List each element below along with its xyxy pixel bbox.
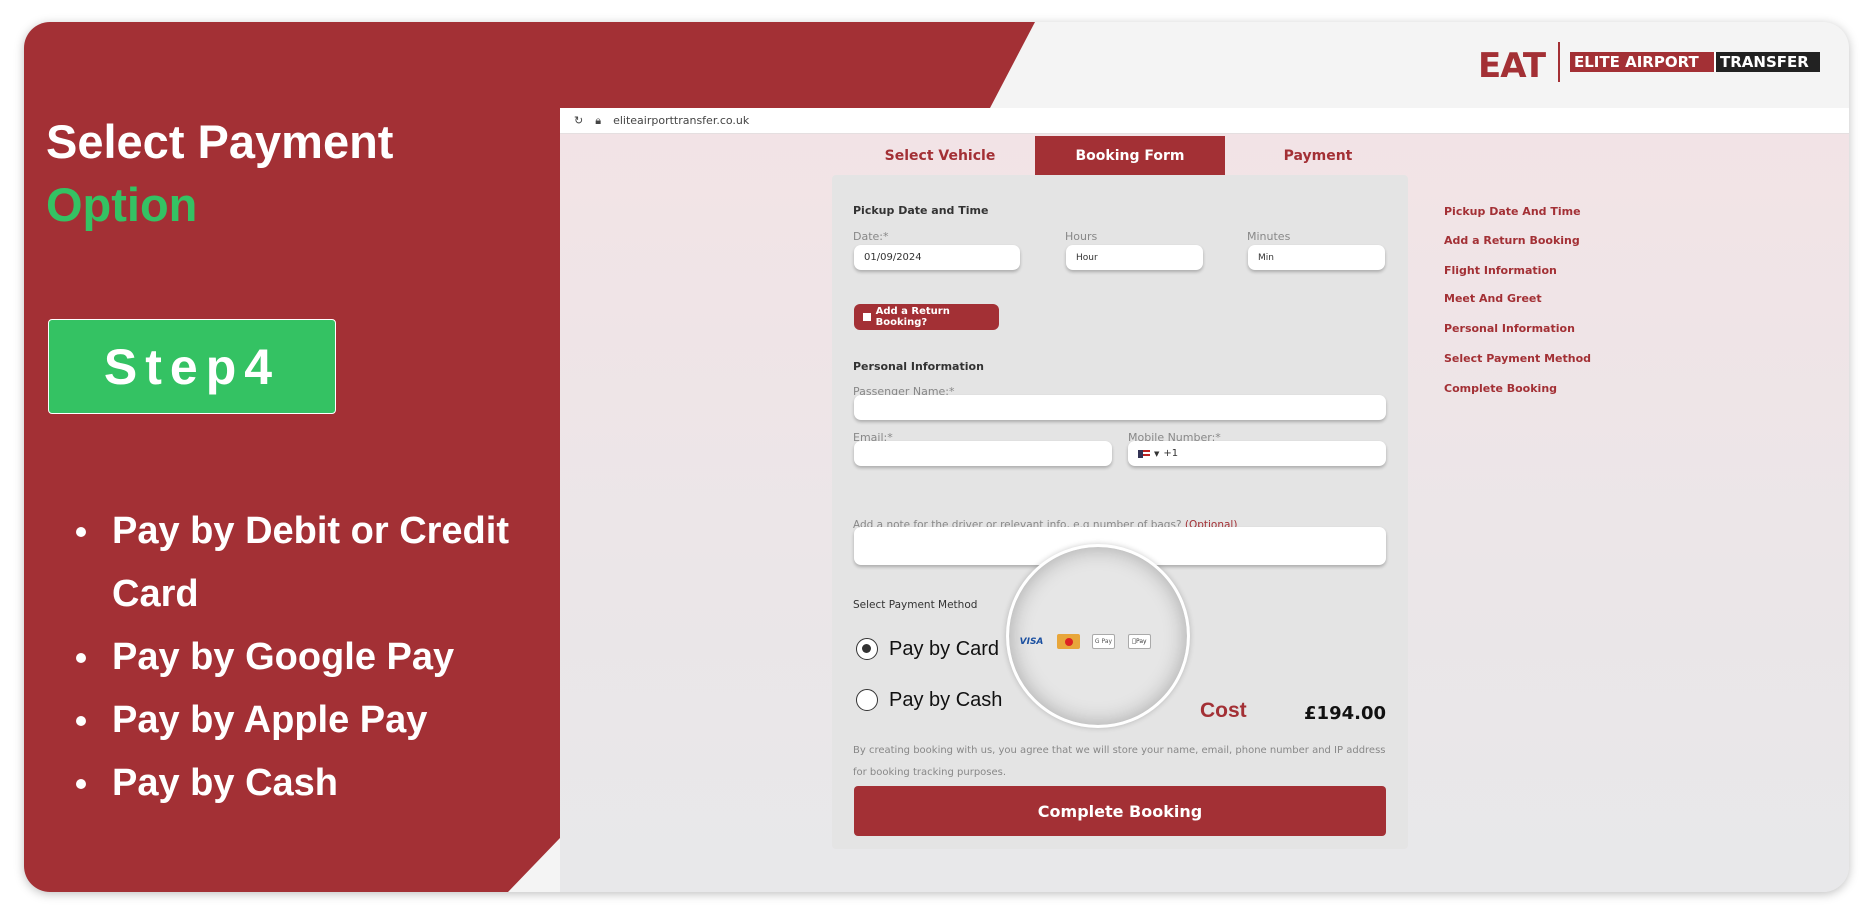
passenger-name-input[interactable] (854, 395, 1386, 420)
hours-select[interactable]: Hour (1066, 245, 1203, 270)
country-code: +1 (1163, 448, 1179, 459)
pay-by-cash-radio[interactable] (856, 689, 878, 711)
minutes-select[interactable]: Min (1248, 245, 1385, 270)
sidebar-link-return[interactable]: Add a Return Booking (1444, 234, 1580, 247)
tab-select-vehicle[interactable]: Select Vehicle (845, 136, 1035, 175)
sidebar-link-pickup[interactable]: Pickup Date And Time (1444, 205, 1581, 218)
payment-heading: Select Payment Method (853, 599, 978, 611)
hours-label: Hours (1065, 230, 1098, 243)
personal-heading: Personal Information (853, 360, 984, 373)
browser-screenshot: ↻ 🔒︎ eliteairporttransfer.co.uk Select V… (560, 108, 1849, 892)
checkbox[interactable] (863, 313, 871, 321)
sidebar-link-complete[interactable]: Complete Booking (1444, 382, 1557, 395)
add-return-booking-button[interactable]: Add a Return Booking? (854, 304, 999, 330)
pickup-heading: Pickup Date and Time (853, 204, 989, 217)
cost-label: Cost (1200, 699, 1247, 722)
address-bar[interactable]: ↻ 🔒︎ eliteairporttransfer.co.uk (560, 108, 1849, 134)
list-item: Pay by Apple Pay (48, 689, 528, 752)
google-pay-icon: G Pay (1092, 634, 1115, 649)
sidebar-link-personal[interactable]: Personal Information (1444, 322, 1575, 335)
promo-title: Select Payment (46, 115, 394, 168)
promo-card: Select Payment Option Step4 Pay by Debit… (24, 22, 1849, 892)
logo-text-red: ELITE AIRPORT (1570, 52, 1714, 72)
logo: EAT ELITE AIRPORT TRANSFER (1478, 42, 1838, 86)
list-item: Pay by Google Pay (48, 626, 528, 689)
complete-booking-button[interactable]: Complete Booking (854, 786, 1386, 836)
cost-value: £194.00 (1304, 703, 1386, 724)
sidebar-link-meet-greet[interactable]: Meet And Greet (1444, 292, 1542, 305)
lock-icon: 🔒︎ (595, 113, 602, 127)
date-label: Date:* (853, 230, 889, 243)
minutes-label: Minutes (1247, 230, 1291, 243)
tab-payment[interactable]: Payment (1223, 136, 1413, 175)
tab-booking-form[interactable]: Booking Form (1035, 136, 1225, 175)
apple-pay-icon: Pay (1128, 634, 1151, 649)
logo-mark: EAT (1478, 46, 1546, 86)
pay-by-card-radio[interactable] (856, 638, 878, 660)
logo-text-black: TRANSFER (1714, 52, 1820, 72)
payment-options-list: Pay by Debit or Credit Card Pay by Googl… (48, 500, 528, 815)
disclaimer-line-1: By creating booking with us, you agree t… (853, 745, 1386, 756)
logo-divider (1558, 42, 1560, 82)
sidebar-link-flight[interactable]: Flight Information (1444, 264, 1557, 277)
pay-by-cash-label[interactable]: Pay by Cash (889, 689, 1002, 712)
sidebar-link-payment[interactable]: Select Payment Method (1444, 352, 1591, 365)
visa-icon: VISA (1019, 636, 1044, 647)
return-booking-label: Add a Return Booking? (875, 306, 950, 328)
email-input[interactable] (854, 441, 1112, 466)
url-text[interactable]: eliteairporttransfer.co.uk (613, 114, 749, 127)
list-item: Pay by Debit or Credit Card (48, 500, 528, 626)
step-badge: Step4 (48, 319, 336, 414)
us-flag-icon[interactable] (1138, 449, 1150, 458)
mastercard-icon (1057, 634, 1080, 649)
reload-icon[interactable]: ↻ (574, 114, 583, 127)
promo-title-highlight: Option (46, 178, 198, 231)
booking-form: Pickup Date and Time Date:* Hours Minute… (832, 175, 1408, 849)
list-item: Pay by Cash (48, 752, 528, 815)
disclaimer-line-2: for booking tracking purposes. (853, 767, 1007, 778)
date-input[interactable]: 01/09/2024 (854, 245, 1020, 270)
chevron-down-icon[interactable]: ▼ (1154, 450, 1159, 458)
mobile-input[interactable]: ▼ +1 (1128, 441, 1386, 466)
pay-by-card-label[interactable]: Pay by Card (889, 638, 999, 661)
